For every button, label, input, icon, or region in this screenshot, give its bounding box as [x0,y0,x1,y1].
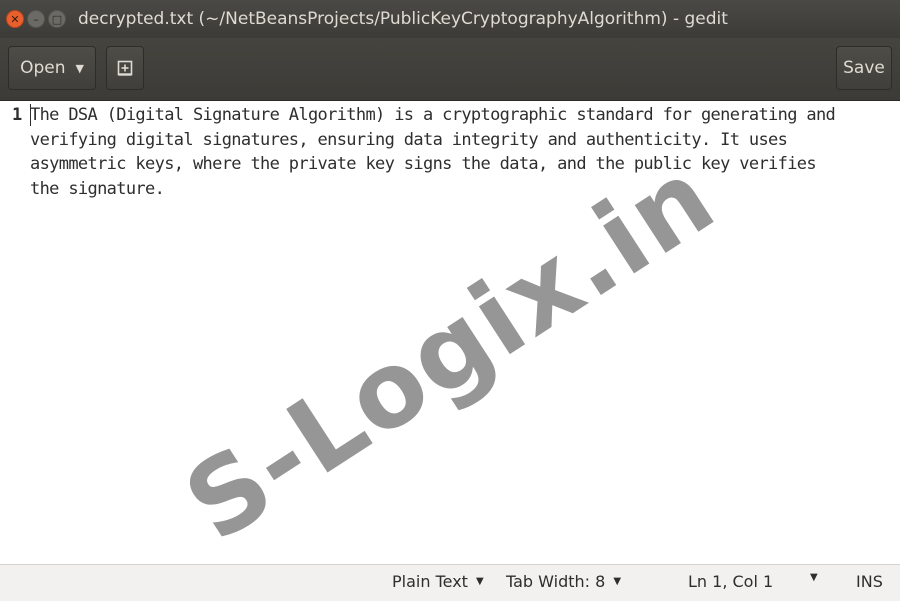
new-document-button[interactable] [106,46,144,90]
text-line: verifying digital signatures, ensuring d… [30,129,788,150]
status-bar: Plain Text ▼ Tab Width: 8 ▼ Ln 1, Col 1 … [0,564,900,601]
text-line: the signature. [30,178,165,199]
chevron-down-icon: ▼ [475,576,484,587]
save-button-label: Save [843,58,885,78]
header-bar: Open ▼ Save [0,38,900,101]
close-window-button[interactable]: ✕ [6,10,24,28]
tab-width-label: Tab Width: 8 [506,572,606,591]
cursor-position-label: Ln 1, Col 1 [688,572,774,591]
text-line: asymmetric keys, where the private key s… [30,154,817,174]
maximize-window-button[interactable]: □ [48,10,66,28]
window-title: decrypted.txt (~/NetBeansProjects/Public… [78,9,728,29]
line-number: 1 [12,105,23,125]
minimize-icon: – [33,12,39,26]
save-button[interactable]: Save [836,46,892,90]
insert-mode-label: INS [856,572,883,591]
close-icon: ✕ [10,12,20,26]
chevron-down-icon: ▼ [810,572,818,583]
maximize-icon: □ [51,12,63,26]
open-button-label: Open [20,58,66,78]
cursor-position[interactable]: Ln 1, Col 1 [688,572,773,591]
window-controls: ✕ – □ [6,10,66,28]
language-selector[interactable]: Plain Text ▼ [392,572,484,591]
open-button[interactable]: Open ▼ [8,46,96,90]
document-text[interactable]: The DSA (Digital Signature Algorithm) is… [30,103,892,201]
language-label: Plain Text [392,572,468,591]
line-number-gutter: 1 [0,101,28,563]
chevron-down-icon: ▼ [75,61,84,75]
text-line: The DSA (Digital Signature Algorithm) is… [30,105,836,125]
tab-width-selector[interactable]: Tab Width: 8 ▼ [506,572,621,591]
chevron-down-icon: ▼ [613,576,622,587]
new-document-icon [117,60,133,76]
minimize-window-button[interactable]: – [27,10,45,28]
title-bar: ✕ – □ decrypted.txt (~/NetBeansProjects/… [0,0,900,38]
insert-mode-indicator[interactable]: INS [856,572,883,591]
text-editor[interactable]: 1 The DSA (Digital Signature Algorithm) … [0,101,900,563]
position-dropdown[interactable]: ▼ [810,572,818,583]
